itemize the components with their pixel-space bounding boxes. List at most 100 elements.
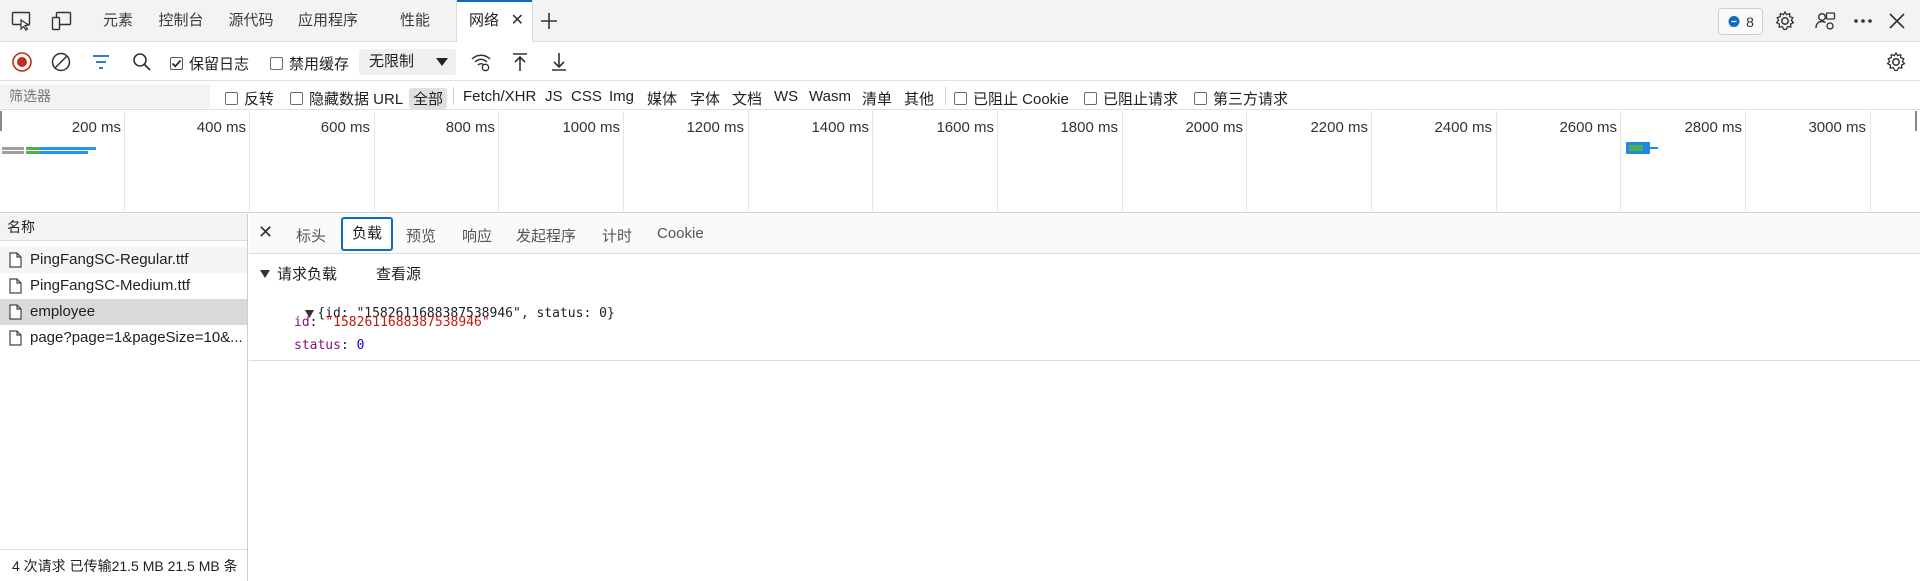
filter-type-other[interactable]: 其他 [904,88,934,109]
tick-label: 1200 ms [686,119,744,136]
feedback-icon[interactable] [1812,9,1838,33]
filter-type-wasm[interactable]: Wasm [809,88,851,105]
preserve-log-checkbox[interactable]: 保留日志 [170,53,249,74]
timeline-bar [1629,145,1643,151]
filter-type-fetch-xhr[interactable]: Fetch/XHR [463,88,536,105]
payload-field-id: id: "1582611688387538946" [294,315,490,330]
hide-data-urls-checkbox[interactable]: 隐藏数据 URL [290,88,403,109]
network-conditions-icon[interactable] [468,50,494,74]
checkbox-unchecked[interactable] [954,92,967,105]
disable-cache-label: 禁用缓存 [289,56,350,73]
timeline-bar [2,147,24,150]
timeline-bar [26,151,40,154]
filter-type-font[interactable]: 字体 [690,88,720,109]
disable-cache-checkbox[interactable]: 禁用缓存 [270,53,349,74]
dropdown-arrow-icon [436,58,448,66]
add-tab-icon[interactable] [536,9,562,33]
view-source-link[interactable]: 查看源 [376,263,421,284]
device-emulation-icon[interactable] [49,9,75,33]
filter-icon[interactable] [88,50,114,74]
name-column-header[interactable]: 名称 [0,214,247,241]
third-party-label: 第三方请求 [1213,91,1289,108]
network-toolbar: 保留日志 禁用缓存 无限制 [0,43,1920,81]
devtools-tab-bar: 元素 控制台 源代码 应用程序 性能 网络 ✕ 8 [0,0,1920,42]
triangle-down-icon [260,269,270,278]
filter-type-manifest[interactable]: 清单 [862,88,892,109]
section-title: 请求负载 [277,266,338,283]
request-detail: ✕ 标头 负载 预览 响应 发起程序 计时 Cookie 请求负载 查看源 {i… [249,214,1920,581]
clear-icon[interactable] [48,50,74,74]
filter-type-ws[interactable]: WS [774,88,798,105]
third-party-checkbox[interactable]: 第三方请求 [1194,88,1288,109]
grid-line [872,111,873,213]
filter-type-media[interactable]: 媒体 [647,88,677,109]
tab-response[interactable]: 响应 [462,225,492,246]
blocked-cookies-checkbox[interactable]: 已阻止 Cookie [954,88,1069,109]
grid-line [1496,111,1497,213]
checkbox-unchecked[interactable] [1084,92,1097,105]
close-detail-icon[interactable]: ✕ [258,222,273,243]
checkbox-unchecked[interactable] [225,92,238,105]
request-payload-section-header[interactable]: 请求负载 [260,263,337,284]
export-har-icon[interactable] [546,50,572,74]
more-options-icon[interactable] [1850,9,1876,33]
network-settings-gear-icon[interactable] [1883,50,1909,74]
inspect-element-icon[interactable] [9,9,35,33]
grid-line [997,111,998,213]
hide-data-urls-label: 隐藏数据 URL [309,91,404,108]
timeline-right-handle[interactable] [1915,111,1917,131]
tick-label: 2800 ms [1684,119,1742,136]
close-tab-icon[interactable]: ✕ [511,0,524,42]
tab-cookies[interactable]: Cookie [657,225,704,242]
request-list: 名称 PingFangSC-Regular.ttf PingFangSC-Med… [0,214,248,581]
checkbox-unchecked[interactable] [270,57,283,70]
tick-label: 1000 ms [562,119,620,136]
grid-line [1246,111,1247,213]
import-har-icon[interactable] [507,50,533,74]
timeline-bar [40,151,88,154]
filter-bar: 反转 隐藏数据 URL 全部 Fetch/XHR JS CSS Img 媒体 字… [0,82,1920,110]
tab-console[interactable]: 控制台 [150,0,212,42]
request-row[interactable]: page?page=1&pageSize=10&... [0,325,247,351]
request-row[interactable]: employee [0,299,247,325]
tab-preview[interactable]: 预览 [406,225,436,246]
tab-sources[interactable]: 源代码 [216,0,286,42]
close-devtools-icon[interactable] [1884,9,1910,33]
invert-checkbox[interactable]: 反转 [225,88,274,109]
filter-type-img[interactable]: Img [609,88,634,105]
filter-type-doc[interactable]: 文档 [732,88,762,109]
search-icon[interactable] [129,50,155,74]
settings-gear-icon[interactable] [1772,9,1798,33]
tick-label: 1800 ms [1060,119,1118,136]
blocked-requests-checkbox[interactable]: 已阻止请求 [1084,88,1178,109]
tab-initiator[interactable]: 发起程序 [516,225,576,246]
status-summary: 4 次请求 已传输21.5 MB 21.5 MB 条 [0,549,247,581]
stop-recording-icon[interactable] [9,50,35,74]
filter-type-js[interactable]: JS [545,88,563,105]
tab-payload[interactable]: 负载 [341,217,394,251]
tab-elements[interactable]: 元素 [88,0,148,42]
checkbox-unchecked[interactable] [290,92,303,105]
tab-performance[interactable]: 性能 [386,0,444,42]
request-row[interactable]: PingFangSC-Regular.ttf [0,247,247,273]
grid-line [498,111,499,213]
blocked-requests-label: 已阻止请求 [1103,91,1179,108]
tab-headers[interactable]: 标头 [296,225,326,246]
tab-application[interactable]: 应用程序 [290,0,366,42]
request-row[interactable]: PingFangSC-Medium.ttf [0,273,247,299]
issues-badge[interactable]: 8 [1718,8,1763,35]
message-icon [1728,15,1740,27]
filter-type-css[interactable]: CSS [571,88,602,105]
tab-network[interactable]: 网络 ✕ [456,0,533,42]
timeline-left-handle[interactable] [0,111,2,131]
filter-type-all[interactable]: 全部 [409,88,448,109]
filter-input[interactable] [0,84,210,108]
checkbox-unchecked[interactable] [1194,92,1207,105]
tab-timing[interactable]: 计时 [602,225,632,246]
grid-line [748,111,749,213]
tick-label: 2400 ms [1434,119,1492,136]
timeline-overview[interactable]: 200 ms 400 ms 600 ms 800 ms 1000 ms 1200… [0,111,1920,213]
throttling-select[interactable]: 无限制 [359,49,456,75]
checkbox-checked[interactable] [170,57,183,70]
grid-line [1371,111,1372,213]
